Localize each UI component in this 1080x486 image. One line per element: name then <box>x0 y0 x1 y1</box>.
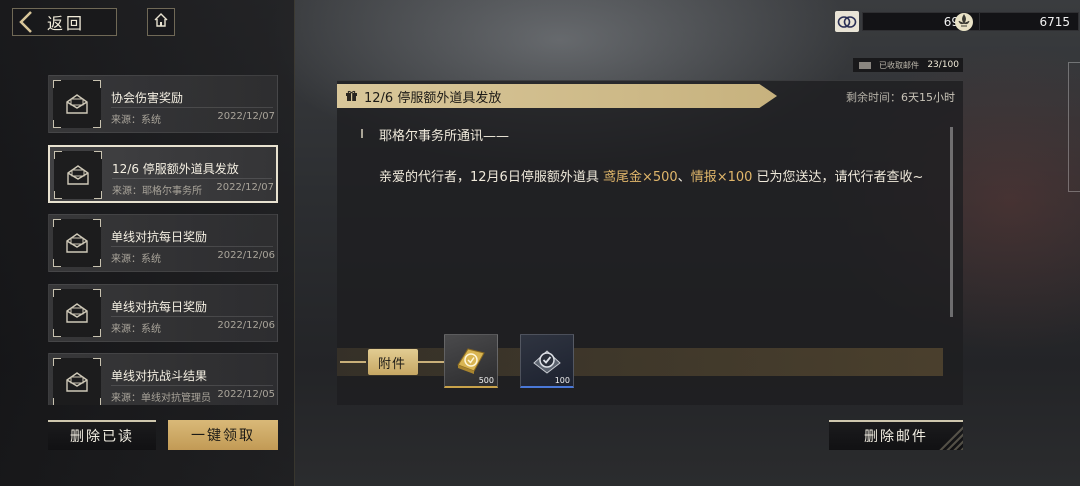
attachment-qty-intel: 100 <box>554 376 570 385</box>
fleur-amount: 6715 <box>979 12 1079 31</box>
mail-item-date: 2022/12/06 <box>217 319 275 331</box>
content-marker <box>361 129 363 138</box>
mail-list-item[interactable]: 协会伤害奖励 来源：系统 2022/12/07 <box>48 75 278 133</box>
mail-greeting: 耶格尔事务所通讯—— <box>379 129 510 144</box>
mail-item-divider <box>112 177 272 179</box>
edge-frame-decoration <box>1068 62 1080 192</box>
label-line-left <box>340 361 366 363</box>
mail-item-title: 协会伤害奖励 <box>111 91 184 105</box>
home-icon <box>153 12 169 32</box>
received-count: 23/100 <box>927 60 959 70</box>
remaining-value: 6天15小时 <box>901 91 955 104</box>
remaining-time: 剩余时间：6天15小时 <box>846 89 955 105</box>
delete-mail-button[interactable]: 删除邮件 <box>829 420 963 450</box>
delete-mail-label: 删除邮件 <box>864 429 928 445</box>
mail-item-title: 单线对抗战斗结果 <box>111 369 208 383</box>
mail-list[interactable]: 协会伤害奖励 来源：系统 2022/12/07 12/6 停服额外道具发放 来源：耶格尔… <box>48 75 278 405</box>
stripe-decoration <box>937 424 963 450</box>
reward-gold-text: 鸢尾金×500 <box>602 170 678 185</box>
attachments-label-text: 附件 <box>377 356 406 372</box>
mail-list-item[interactable]: 12/6 停服额外道具发放 来源：耶格尔事务所 2022/12/07 <box>48 144 278 203</box>
back-button[interactable]: 返回 <box>12 8 117 36</box>
mail-item-date: 2022/12/06 <box>217 250 275 261</box>
currency-fleur[interactable]: 6715 <box>952 11 1079 32</box>
mail-item-source: 来源：系统 <box>111 323 161 335</box>
mail-envelope-icon <box>53 358 101 405</box>
coin-icon <box>835 11 859 32</box>
mail-envelope-icon <box>54 150 102 199</box>
gift-icon <box>345 87 358 106</box>
received-label: 已收取邮件 <box>879 60 919 70</box>
mail-item-title: 12/6 停服额外道具发放 <box>112 161 239 176</box>
body-separator: 、 <box>677 170 691 185</box>
back-label: 返回 <box>47 14 86 33</box>
mail-detail-panel: 12/6 停服额外道具发放 剩余时间：6天15小时 耶格尔事务所通讯—— 亲爱的… <box>337 80 963 405</box>
attachment-item-gold[interactable]: 500 <box>444 334 498 388</box>
remaining-label: 剩余时间： <box>846 91 901 104</box>
mail-item-source: 来源：耶格尔事务所 <box>112 185 202 197</box>
delete-read-button[interactable]: 删除已读 <box>48 420 156 450</box>
mail-envelope-icon <box>53 288 101 337</box>
mail-list-item[interactable]: 单线对抗每日奖励 来源：系统 2022/12/06 <box>48 283 278 342</box>
mail-item-date: 2022/12/05 <box>217 389 275 400</box>
mail-item-date: 2022/12/07 <box>217 111 275 122</box>
mail-item-source: 来源：系统 <box>111 254 161 265</box>
mail-item-divider <box>111 246 273 247</box>
mail-item-source: 来源：系统 <box>111 115 161 126</box>
mail-item-source: 来源：单线对抗管理员 <box>111 393 211 404</box>
mail-item-divider <box>111 315 273 317</box>
fleur-de-lis-icon <box>952 11 976 32</box>
mail-list-item[interactable]: 单线对抗战斗结果 来源：单线对抗管理员 2022/12/05 <box>48 353 278 405</box>
mail-envelope-icon <box>53 219 101 267</box>
attachments-label: 附件 <box>340 349 444 375</box>
envelope-icon <box>859 61 871 69</box>
mailbox-counter: 已收取邮件 23/100 <box>853 58 963 72</box>
mail-item-title: 单线对抗每日奖励 <box>111 230 208 244</box>
chevron-left-icon <box>13 8 39 36</box>
mail-item-divider <box>111 385 273 386</box>
mail-body: 亲爱的代行者，12月6日停服额外道具 鸢尾金×500、情报×100 已为您送达，… <box>379 167 939 188</box>
mail-item-divider <box>111 107 273 108</box>
claim-all-button[interactable]: 一键领取 <box>168 420 278 450</box>
mail-list-item[interactable]: 单线对抗每日奖励 来源：系统 2022/12/06 <box>48 214 278 272</box>
attachment-qty-gold: 500 <box>478 376 494 385</box>
mail-detail-title: 12/6 停服额外道具发放 <box>364 90 502 106</box>
content-scrollbar[interactable] <box>950 127 953 317</box>
mail-detail-header: 12/6 停服额外道具发放 <box>337 84 777 108</box>
mail-item-title: 单线对抗每日奖励 <box>111 299 208 314</box>
body-prefix: 亲爱的代行者，12月6日停服额外道具 <box>379 170 603 185</box>
mail-envelope-icon <box>53 80 101 128</box>
label-line-right <box>418 361 444 363</box>
home-button[interactable] <box>147 8 175 36</box>
reward-intel-text: 情报×100 <box>690 170 753 185</box>
mail-item-date: 2022/12/07 <box>216 181 274 193</box>
body-suffix: 已为您送达，请代行者查收~ <box>752 170 924 185</box>
attachment-item-intel[interactable]: 100 <box>520 334 574 388</box>
